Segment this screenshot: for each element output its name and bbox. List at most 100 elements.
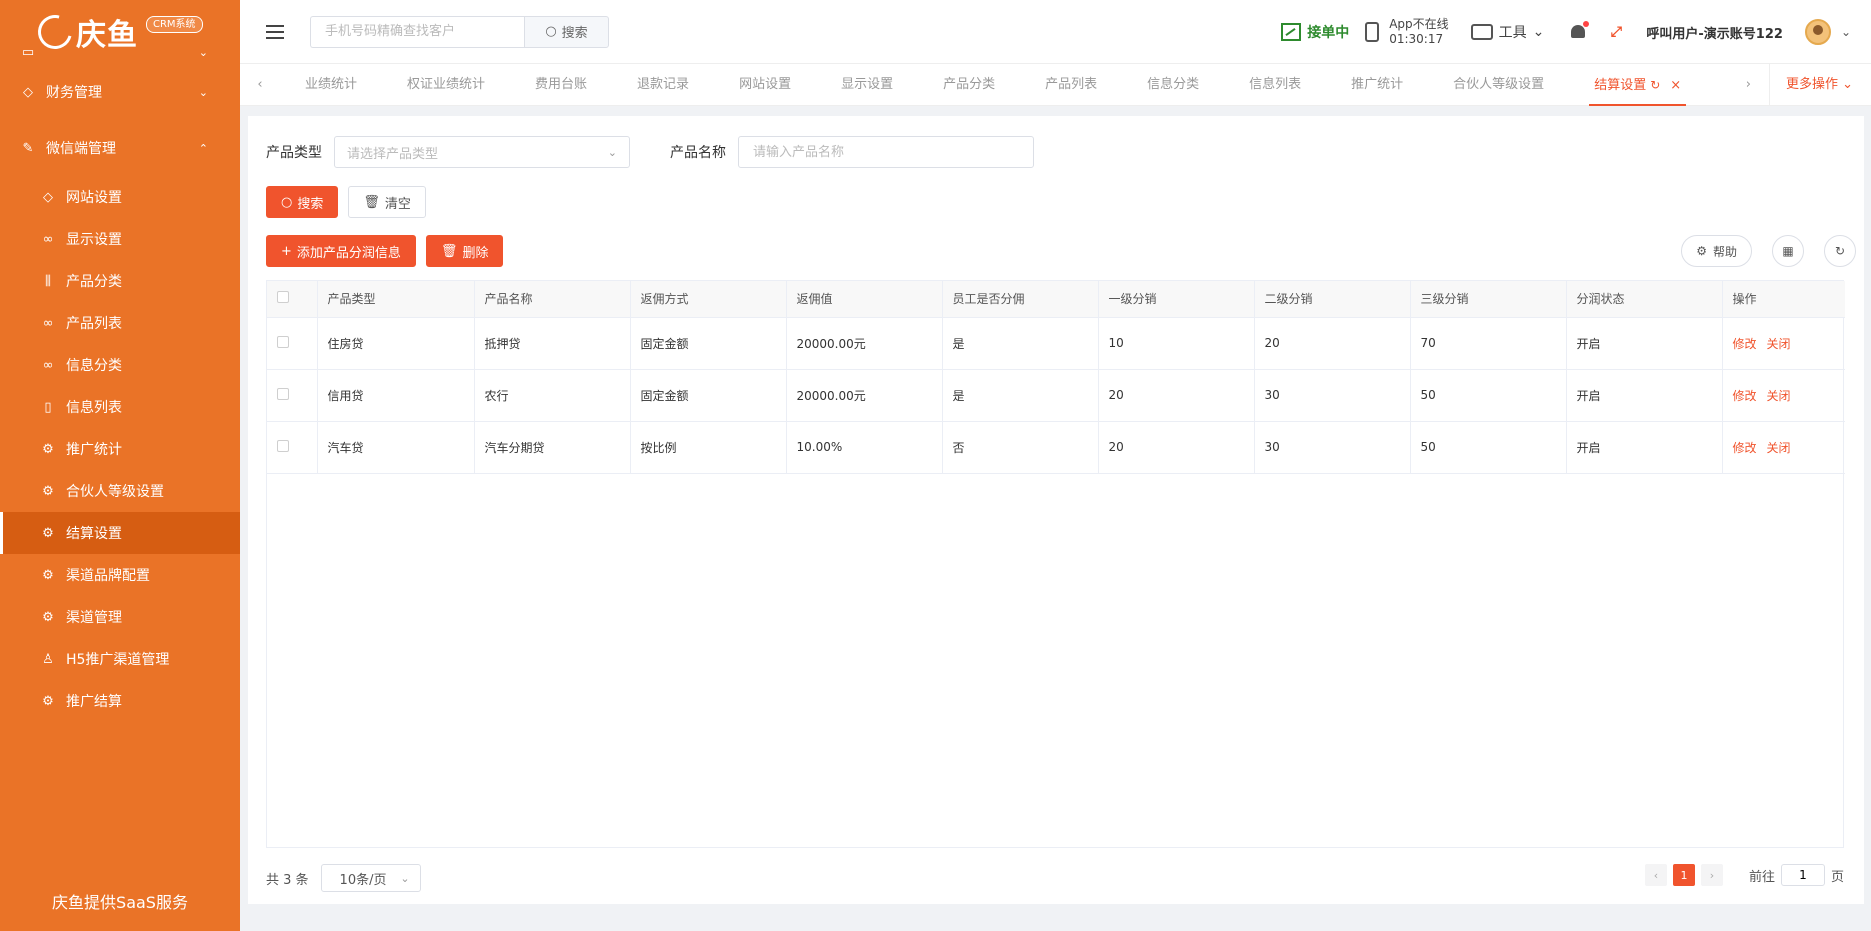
edit-link[interactable]: 修改 (1733, 441, 1757, 455)
sidebar-menu: ◇ 财务管理 ⌄ ✎ 微信端管理 ⌃ ◇ 网站设置 ∞ 显示设置 ⫼ 产品分类 ∞ 产品列表 ∞ 信息分类 ▯ 信… (0, 64, 240, 722)
bars-icon: ⫼ (45, 273, 51, 289)
tab-3[interactable]: 退款记录 (612, 64, 714, 106)
tab-list: 业绩统计 权证业绩统计 费用台账 退款记录 网站设置 显示设置 产品分类 产品列表 信息分类 信息… (280, 64, 1706, 106)
edit-link[interactable]: 修改 (1733, 337, 1757, 351)
fullscreen-icon[interactable]: ⤢ (1608, 24, 1624, 40)
row-select-cell (267, 369, 318, 422)
tab-4[interactable]: 网站设置 (714, 64, 816, 106)
chevron-down-icon: ⌄ (1842, 76, 1853, 92)
product-type-placeholder: 请选择产品类型 (347, 146, 439, 162)
avatar[interactable] (1804, 19, 1831, 45)
delete-button[interactable]: 🗑 删除 (425, 235, 504, 267)
column-header: 分润状态 (1566, 281, 1723, 318)
prev-page-button[interactable]: ‹ (1644, 864, 1667, 886)
table-cell: 抵押贷 (474, 317, 631, 370)
row-checkbox[interactable] (277, 335, 289, 348)
goto-page-input[interactable] (1780, 864, 1825, 886)
page-suffix: 页 (1830, 869, 1844, 885)
close-link[interactable]: 关闭 (1767, 389, 1791, 403)
menu-toggle-icon[interactable] (266, 24, 284, 39)
sidebar-item-1[interactable]: ∞ 显示设置 (0, 218, 240, 260)
sidebar-group-1[interactable]: ✎ 微信端管理 ⌃ (0, 120, 240, 176)
sidebar-item-7[interactable]: ⚙ 合伙人等级设置 (0, 470, 240, 512)
logo-text: 庆鱼 (76, 18, 138, 53)
tab-scroll-right-icon[interactable]: › (1746, 77, 1751, 92)
close-link[interactable]: 关闭 (1767, 337, 1791, 351)
table-body: 住房贷 抵押贷 固定金额 20000.00元是 10 20 70 开启 修改 关闭 信用贷 农行 固定金… (267, 317, 1845, 474)
table-cell: 固定金额 (630, 369, 787, 422)
tab-9[interactable]: 信息列表 (1224, 64, 1326, 106)
clear-button[interactable]: 🗑 清空 (348, 186, 426, 218)
tab-0[interactable]: 业绩统计 (280, 64, 382, 106)
close-icon[interactable]: × (1670, 78, 1681, 93)
order-status-toggle[interactable]: 接单中 (1281, 22, 1349, 42)
sidebar-item-4[interactable]: ∞ 信息分类 (0, 344, 240, 386)
tab-8[interactable]: 信息分类 (1122, 64, 1224, 106)
sidebar-item-label: 渠道管理 (66, 610, 122, 626)
table-cell: 10 (1098, 317, 1255, 370)
product-name-input[interactable] (738, 136, 1034, 168)
tab-2[interactable]: 费用台账 (510, 64, 612, 106)
help-button-label: 帮助 (1712, 244, 1737, 259)
tab-5[interactable]: 显示设置 (816, 64, 918, 106)
tab-12[interactable]: 结算设置 ↻ × (1569, 64, 1706, 106)
next-page-button[interactable]: › (1700, 864, 1723, 886)
tab-6[interactable]: 产品分类 (918, 64, 1020, 106)
tab-11[interactable]: 合伙人等级设置 (1428, 64, 1569, 106)
table-cell: 固定金额 (630, 317, 787, 370)
sidebar-item-10[interactable]: ⚙ 渠道管理 (0, 596, 240, 638)
table-cell: 否 (942, 421, 1099, 474)
chart-icon (1281, 23, 1302, 41)
sidebar-group-0[interactable]: ◇ 财务管理 ⌄ (0, 64, 240, 120)
table-cell: 20 (1098, 369, 1255, 422)
row-checkbox[interactable] (277, 439, 289, 452)
sidebar-item-6[interactable]: ⚙ 推广统计 (0, 428, 240, 470)
columns-grid-icon[interactable]: ▦ (1772, 235, 1804, 267)
column-header: 返佣值 (786, 281, 943, 318)
edit-link[interactable]: 修改 (1733, 389, 1757, 403)
close-link[interactable]: 关闭 (1767, 441, 1791, 455)
product-name-label: 产品名称 (670, 145, 726, 161)
help-button[interactable]: ⚙ 帮助 (1681, 235, 1752, 267)
table-cell: 50 (1410, 369, 1567, 422)
chevron-down-icon: ⌄ (198, 50, 208, 59)
search-button[interactable]: ○ 搜索 (266, 186, 339, 218)
table-tools: ⚙ 帮助 ▦ ↻ (1681, 235, 1856, 267)
sidebar-group-label: 微信端管理 (46, 141, 116, 157)
total-count: 共 3 条 (266, 872, 309, 888)
chevron-up-icon: ⌃ (198, 141, 208, 155)
app-status-text: App不在线 (1389, 17, 1449, 31)
sidebar-item-9[interactable]: ⚙ 渠道品牌配置 (0, 554, 240, 596)
sidebar-item-5[interactable]: ▯ 信息列表 (0, 386, 240, 428)
tab-7[interactable]: 产品列表 (1020, 64, 1122, 106)
sidebar-item-3[interactable]: ∞ 产品列表 (0, 302, 240, 344)
sidebar-item-12[interactable]: ⚙ 推广结算 (0, 680, 240, 722)
row-checkbox[interactable] (277, 387, 289, 400)
sidebar-item-label: 合伙人等级设置 (66, 484, 164, 500)
table-cell: 农行 (474, 369, 631, 422)
customer-search-button[interactable]: ○ 搜索 (524, 15, 609, 48)
page-size-select[interactable]: 10条/页 ⌄ (320, 864, 421, 892)
tab-1[interactable]: 权证业绩统计 (382, 64, 510, 106)
notification-bell-icon[interactable] (1570, 21, 1590, 40)
gear-icon: ⚙ (42, 609, 54, 625)
product-type-select[interactable]: 请选择产品类型 ⌄ (334, 136, 630, 168)
chevron-down-icon[interactable]: ⌄ (1841, 25, 1851, 39)
diamond-icon: ◇ (23, 84, 33, 100)
more-operations-button[interactable]: 更多操作 ⌄ (1768, 63, 1853, 106)
tab-10[interactable]: 推广统计 (1326, 64, 1428, 106)
sidebar-item-2[interactable]: ⫼ 产品分类 (0, 260, 240, 302)
refresh-icon[interactable]: ↻ (1650, 78, 1660, 92)
refresh-icon[interactable]: ↻ (1824, 235, 1856, 267)
trash-icon: 🗑 (363, 194, 380, 210)
customer-search-input[interactable] (310, 15, 524, 48)
add-profit-share-button[interactable]: + 添加产品分润信息 (266, 235, 416, 267)
profit-share-table: 产品类型 产品名称 返佣方式 返佣值 员工是否分佣 一级分销 二级分销 三级分销 分润状态 操作 … (266, 280, 1845, 848)
sidebar-item-11[interactable]: ♙ H5推广渠道管理 (0, 638, 240, 680)
tools-menu[interactable]: 工具 ⌄ (1470, 22, 1544, 42)
sidebar-item-0[interactable]: ◇ 网站设置 (0, 176, 240, 218)
page-number-button[interactable]: 1 (1672, 864, 1695, 886)
tab-scroll-left-icon[interactable]: ‹ (240, 77, 280, 92)
sidebar-item-8[interactable]: ⚙ 结算设置 (0, 512, 240, 554)
select-all-checkbox[interactable] (277, 291, 289, 304)
